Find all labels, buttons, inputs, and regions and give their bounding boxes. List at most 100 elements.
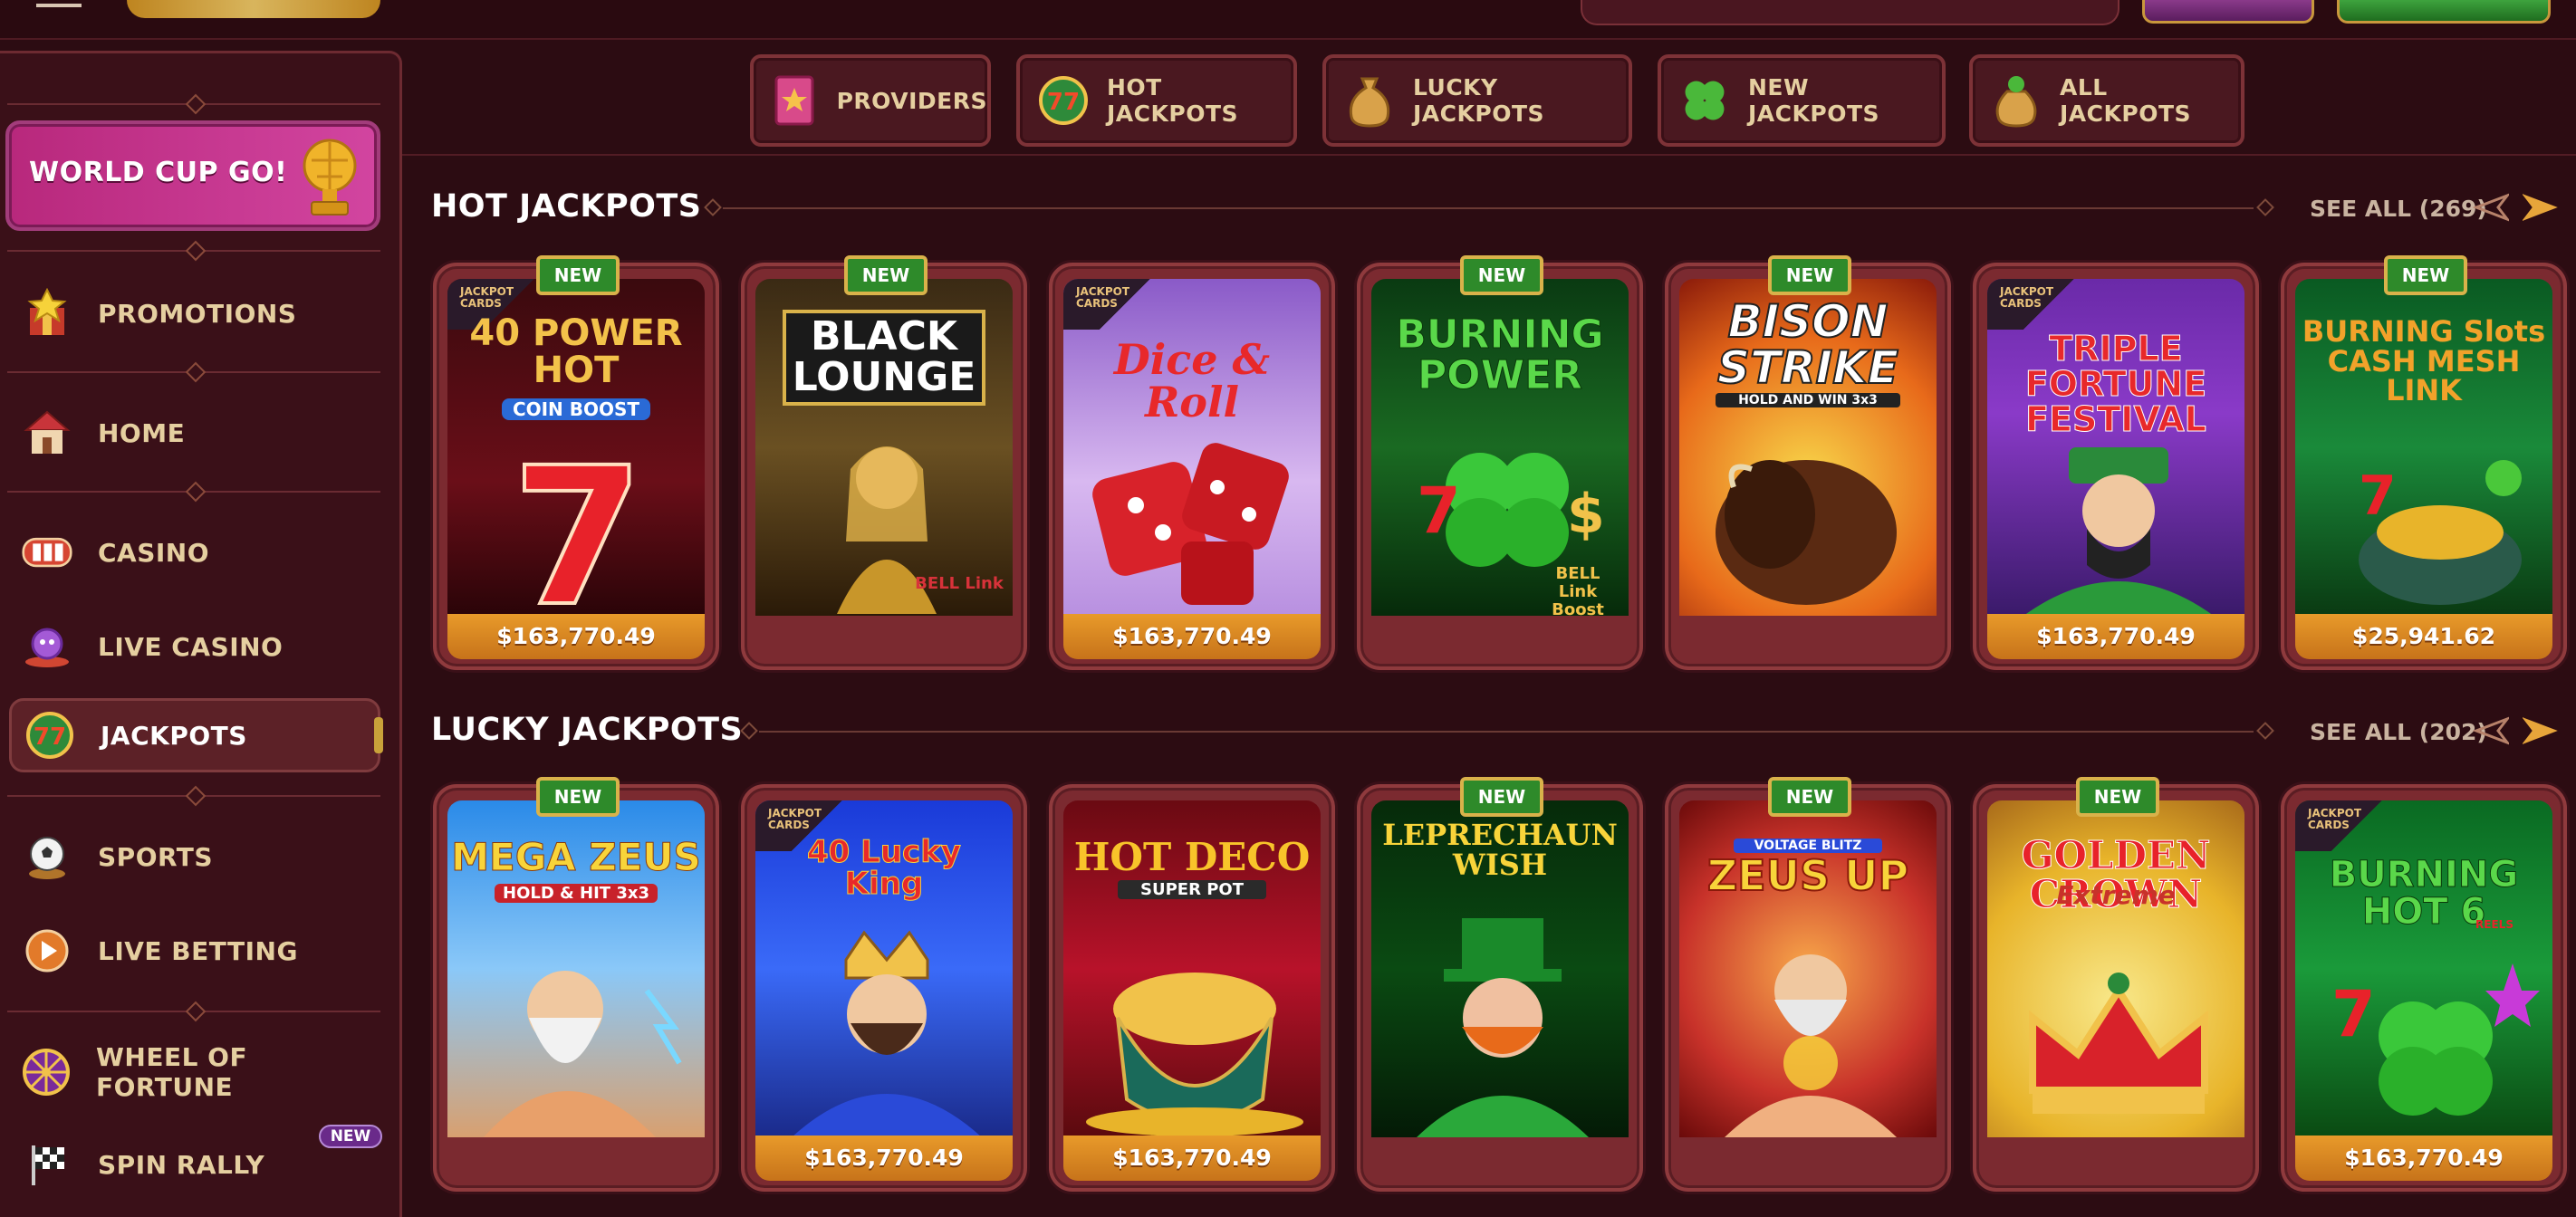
game-card-burning-power[interactable]: NEW BURNING POWER 7 $ BELL Link Boost	[1357, 255, 1643, 670]
sidebar-item-home[interactable]: HOME	[9, 396, 380, 470]
sidebar-divider	[7, 490, 380, 494]
game-title: BLACK LOUNGE	[783, 310, 985, 406]
bison-image	[1716, 460, 1897, 605]
jackpot-amount: $25,941.62	[2295, 614, 2552, 659]
game-title: Dice & Roll	[1113, 335, 1271, 426]
jackpot-amount: $163,770.49	[1987, 614, 2244, 659]
trophy-icon	[303, 139, 357, 216]
sidebar-item-live-betting[interactable]: LIVE BETTING	[9, 914, 380, 988]
sidebar-item-casino[interactable]: CASINO	[9, 515, 380, 589]
game-card-leprechaun-wish[interactable]: NEW LEPRECHAUN WISH	[1357, 777, 1643, 1192]
jackpot-cards-tag: JACKPOT CARDS	[1063, 279, 1158, 330]
seven-icon: 77	[1038, 73, 1089, 128]
arrow-right-icon[interactable]	[2523, 192, 2559, 223]
sidebar-item-sports[interactable]: SPORTS	[9, 819, 380, 894]
gold-pot-icon	[1086, 973, 1303, 1136]
world-cup-promo-button[interactable]: WORLD CUP GO!	[5, 120, 380, 231]
category-new-jackpots-button[interactable]: NEW JACKPOTS	[1658, 54, 1946, 147]
game-thumbnail: JACKPOT CARDS BURNING HOT 6 REELS 7	[2295, 800, 2552, 1137]
site-logo[interactable]	[127, 0, 380, 18]
sidebar-item-wheel-of-fortune[interactable]: WHEEL OF FORTUNE	[9, 1035, 380, 1109]
game-title: BURNING POWER	[1396, 311, 1604, 398]
game-card-40-power-hot[interactable]: NEW JACKPOT CARDS 40 POWER HOT COIN BOOS…	[433, 255, 719, 670]
sidebar-item-jackpots[interactable]: 77 JACKPOTS	[9, 698, 383, 772]
game-card-golden-crown[interactable]: NEW GOLDEN CROWN Extreme	[1973, 777, 2259, 1192]
game-card-hot-deco[interactable]: HOT DECO SUPER POT $163,770.49	[1049, 784, 1335, 1192]
new-badge: NEW	[2384, 255, 2467, 295]
section-divider	[759, 731, 2254, 733]
game-card-burning-slots-cash-mesh-link[interactable]: NEW BURNING Slots CASH MESH LINK 7 $25,9…	[2281, 255, 2567, 670]
category-lucky-jackpots-button[interactable]: LUCKY JACKPOTS	[1322, 54, 1632, 147]
game-thumbnail: JACKPOT CARDS Dice & Roll	[1063, 279, 1321, 616]
sidebar-item-promotions[interactable]: PROMOTIONS	[9, 276, 380, 350]
game-card-bison-strike[interactable]: NEW BISON STRIKE HOLD AND WIN 3x3	[1665, 255, 1951, 670]
svg-text:7: 7	[1417, 474, 1461, 548]
sidebar-item-label: SPORTS	[98, 841, 214, 872]
svg-text:77: 77	[1047, 89, 1080, 116]
game-subtitle: BELL Link Boost	[1552, 564, 1604, 616]
money-bag-icon	[1344, 73, 1395, 128]
game-title: ZEUS UP	[1706, 851, 1909, 900]
jackpot-cards-tag: JACKPOT CARDS	[2295, 800, 2389, 851]
zeus-character-image	[484, 971, 682, 1137]
king-character-image	[792, 930, 982, 1137]
game-subtitle: Extreme	[2056, 880, 2176, 910]
sidebar-divider	[7, 370, 380, 374]
game-thumbnail: HOT DECO SUPER POT	[1063, 800, 1321, 1137]
sidebar-divider	[7, 1010, 380, 1013]
game-title: 40 Lucky King	[807, 834, 962, 902]
game-thumbnail: BLACK LOUNGE BELL Link	[755, 279, 1013, 616]
register-button[interactable]	[2337, 0, 2551, 24]
game-thumbnail: BURNING POWER 7 $ BELL Link Boost	[1371, 279, 1629, 616]
game-card-zeus-up[interactable]: NEW VOLTAGE BLITZ ZEUS UP	[1665, 777, 1951, 1192]
category-label: ALL JACKPOTS	[2060, 74, 2192, 127]
game-card-burning-hot-6[interactable]: JACKPOT CARDS BURNING HOT 6 REELS 7 $163…	[2281, 784, 2567, 1192]
category-label: LUCKY JACKPOTS	[1413, 74, 1545, 127]
see-all-hot-link[interactable]: SEE ALL (269)	[2310, 196, 2487, 222]
svg-text:7: 7	[512, 449, 644, 612]
arrow-left-icon[interactable]	[2473, 715, 2509, 746]
category-providers-button[interactable]: PROVIDERS	[750, 54, 991, 147]
arrow-left-icon[interactable]	[2473, 192, 2509, 223]
live-betting-icon	[22, 925, 72, 976]
game-card-mega-zeus[interactable]: NEW MEGA ZEUS HOLD & HIT 3x3	[433, 777, 719, 1192]
sidebar-item-label: PROMOTIONS	[98, 298, 297, 329]
sidebar-divider	[7, 102, 380, 106]
dice-icon	[1092, 443, 1289, 605]
sidebar-divider	[7, 794, 380, 798]
fortune-god-image	[2023, 447, 2214, 616]
zeus-character-image	[1725, 954, 1897, 1137]
game-title: LEPRECHAUN WISH	[1382, 818, 1618, 882]
wheel-icon	[22, 1047, 71, 1097]
game-title: 40 POWER HOT	[469, 312, 683, 391]
sidebar: WORLD CUP GO! PROMOTIONS HOME CASINO LIV…	[0, 51, 402, 1217]
section-title-hot-jackpots: HOT JACKPOTS	[431, 188, 702, 225]
game-thumbnail: VOLTAGE BLITZ ZEUS UP	[1679, 800, 1937, 1137]
category-all-jackpots-button[interactable]: ALL JACKPOTS	[1969, 54, 2244, 147]
game-card-40-lucky-king[interactable]: JACKPOT CARDS 40 Lucky King $163,770.49	[741, 784, 1027, 1192]
sidebar-item-label: HOME	[98, 417, 186, 448]
promotions-icon	[22, 288, 72, 339]
login-button[interactable]	[2142, 0, 2314, 24]
search-input[interactable]	[1581, 0, 2119, 25]
game-thumbnail: BISON STRIKE HOLD AND WIN 3x3	[1679, 279, 1937, 616]
game-thumbnail: BURNING Slots CASH MESH LINK 7	[2295, 279, 2552, 616]
menu-icon[interactable]	[36, 0, 82, 7]
game-card-dice-and-roll[interactable]: JACKPOT CARDS Dice & Roll $163,770.49	[1049, 263, 1335, 670]
game-card-black-lounge[interactable]: NEW BLACK LOUNGE BELL Link	[741, 255, 1027, 670]
section-title-lucky-jackpots: LUCKY JACKPOTS	[431, 712, 744, 748]
category-label: NEW JACKPOTS	[1748, 74, 1880, 127]
section-divider-ornament	[2256, 722, 2274, 740]
game-title: BURNING Slots CASH MESH LINK	[2302, 314, 2546, 408]
game-thumbnail: JACKPOT CARDS 40 POWER HOT COIN BOOST 7	[447, 279, 705, 616]
game-card-triple-fortune-festival[interactable]: JACKPOT CARDS TRIPLE FORTUNE FESTIVAL $1…	[1973, 263, 2259, 670]
book-icon	[772, 73, 819, 128]
arrow-right-icon[interactable]	[2523, 715, 2559, 746]
promo-label: WORLD CUP GO!	[29, 157, 288, 188]
category-hot-jackpots-button[interactable]: 77 HOT JACKPOTS	[1016, 54, 1297, 147]
sidebar-item-live-casino[interactable]: LIVE CASINO	[9, 609, 380, 684]
game-thumbnail: GOLDEN CROWN Extreme	[1987, 800, 2244, 1137]
see-all-lucky-link[interactable]: SEE ALL (202)	[2310, 719, 2487, 745]
flag-icon	[22, 1139, 72, 1190]
active-indicator	[374, 717, 383, 753]
